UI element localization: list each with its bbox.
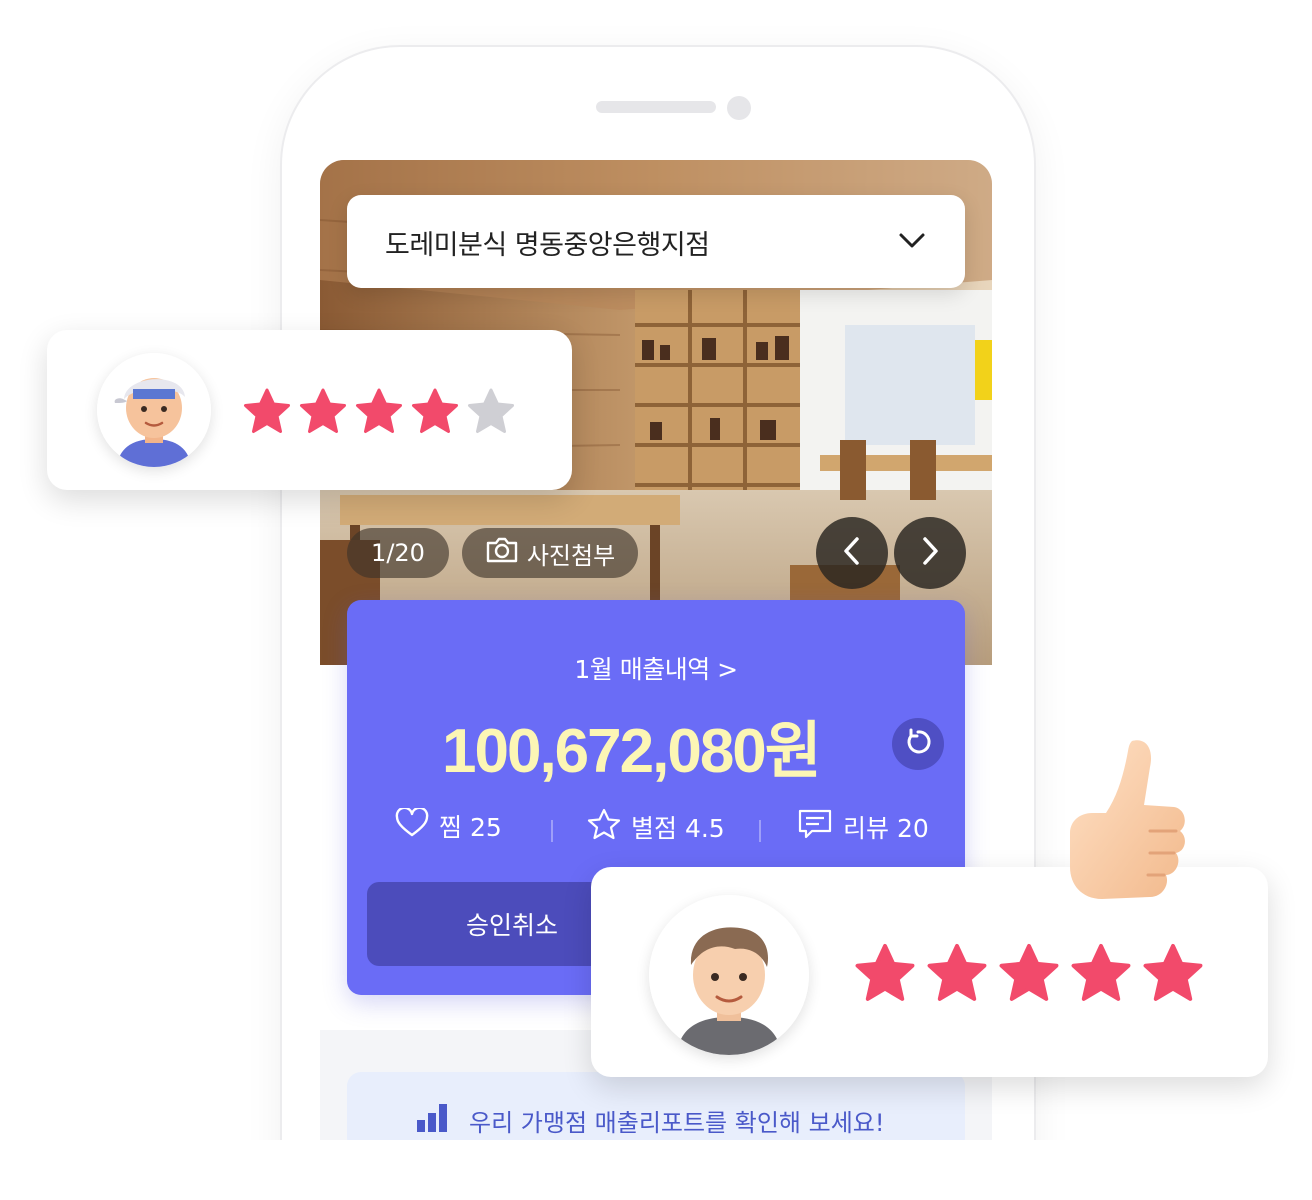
chevron-left-icon bbox=[840, 535, 864, 571]
man-avatar bbox=[649, 895, 809, 1055]
cancel-approval-label: 승인취소 bbox=[465, 911, 558, 940]
star-filled-icon bbox=[999, 943, 1059, 1001]
stat-reviews[interactable]: 리뷰 20 bbox=[797, 808, 929, 846]
phone-camera bbox=[727, 96, 751, 120]
sales-amount: 100,672,080원 bbox=[442, 717, 822, 786]
attach-photo-button[interactable]: 사진첨부 bbox=[462, 528, 638, 578]
chevron-right-icon bbox=[918, 535, 942, 571]
bar-chart-icon bbox=[415, 1100, 453, 1138]
stat-divider bbox=[551, 820, 553, 842]
store-stats: 찜 25 별점 4.5 리뷰 20 bbox=[347, 806, 965, 848]
store-selector[interactable]: 도레미분식 명동중앙은행지점 bbox=[347, 195, 965, 288]
rating-stars bbox=[853, 942, 1205, 1006]
stat-likes[interactable]: 찜 25 bbox=[395, 806, 502, 844]
star-filled-icon bbox=[1143, 943, 1203, 1001]
chat-icon bbox=[797, 808, 833, 846]
chevron-down-icon bbox=[897, 225, 927, 259]
bottom-cutoff bbox=[0, 1140, 1312, 1200]
photo-counter: 1/20 bbox=[347, 528, 449, 578]
report-text: 우리 가맹점 매출리포트를 확인해 보세요! bbox=[469, 1109, 885, 1137]
star-outline-icon bbox=[587, 808, 621, 846]
stat-reviews-label: 리뷰 20 bbox=[843, 814, 929, 843]
star-filled-icon bbox=[356, 388, 402, 433]
star-filled-icon bbox=[300, 388, 346, 433]
photo-counter-text: 1/20 bbox=[371, 539, 425, 567]
boy-cap-avatar bbox=[97, 353, 211, 467]
monthly-sales-link[interactable]: 1월 매출내역 > bbox=[347, 650, 965, 686]
refresh-button[interactable] bbox=[892, 718, 944, 770]
star-filled-icon bbox=[1071, 943, 1131, 1001]
attach-photo-label: 사진첨부 bbox=[526, 541, 616, 570]
refresh-icon bbox=[903, 727, 933, 761]
phone-speaker bbox=[596, 101, 716, 113]
star-filled-icon bbox=[927, 943, 987, 1001]
stat-rating-label: 별점 4.5 bbox=[631, 814, 725, 843]
star-filled-icon bbox=[412, 388, 458, 433]
rating-stars bbox=[242, 387, 516, 437]
stat-likes-label: 찜 25 bbox=[439, 813, 502, 842]
heart-icon bbox=[395, 806, 429, 844]
star-filled-icon bbox=[855, 943, 915, 1001]
stat-divider bbox=[759, 820, 761, 842]
review-card bbox=[47, 330, 572, 490]
star-filled-icon bbox=[244, 388, 290, 433]
store-name: 도레미분식 명동중앙은행지점 bbox=[385, 230, 710, 261]
star-empty-icon bbox=[468, 388, 514, 433]
camera-icon bbox=[485, 536, 519, 570]
prev-photo-button[interactable] bbox=[816, 517, 888, 589]
next-photo-button[interactable] bbox=[894, 517, 966, 589]
thumbs-up-icon bbox=[1062, 735, 1190, 914]
stat-rating[interactable]: 별점 4.5 bbox=[587, 808, 725, 846]
